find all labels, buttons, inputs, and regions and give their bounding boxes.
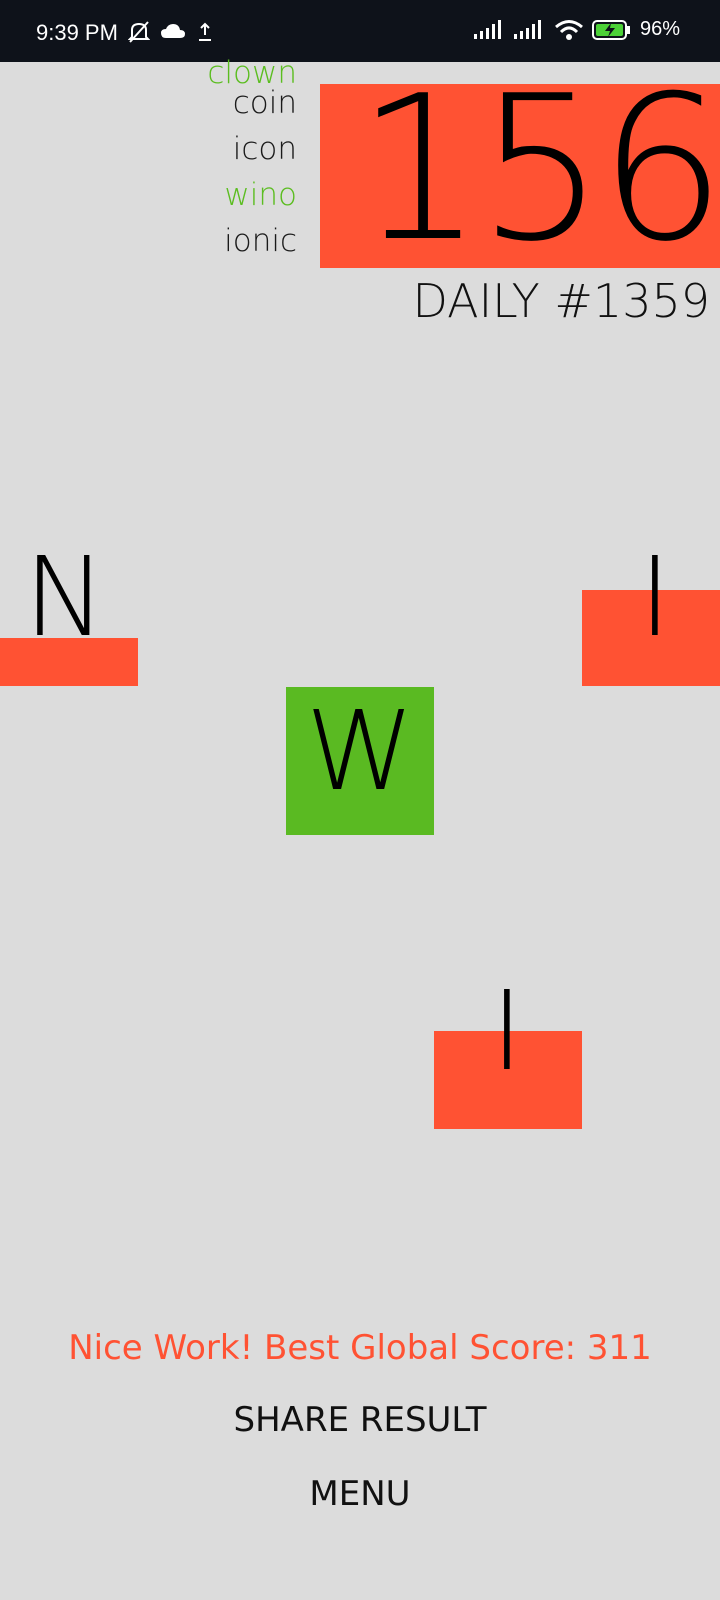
letter-tile[interactable]: W <box>286 696 434 806</box>
signal-icon <box>473 19 501 39</box>
battery-icon <box>591 19 630 40</box>
battery-percent: 96% <box>639 18 680 40</box>
letter-tile[interactable]: N <box>10 542 120 652</box>
letter-tile[interactable]: I <box>600 542 710 652</box>
status-time: 9:39 PM <box>36 20 118 45</box>
word-item: icon <box>232 131 297 167</box>
score-box: 156 <box>320 70 720 270</box>
found-words-list: clown coin icon wino ionic <box>140 55 297 264</box>
wifi-icon <box>555 19 583 40</box>
upload-icon <box>199 22 211 41</box>
share-result-button[interactable]: SHARE RESULT <box>0 1400 720 1440</box>
word-item: clown <box>207 55 297 91</box>
word-item: wino <box>224 177 297 213</box>
cloud-icon <box>161 24 185 38</box>
daily-label: DAILY #1359 <box>412 274 711 328</box>
game-board: clown coin icon wino ionic 156 DAILY #13… <box>0 55 720 1600</box>
status-left-icons <box>128 20 214 44</box>
result-message: Nice Work! Best Global Score: 311 <box>68 1328 652 1368</box>
score-value: 156 <box>356 53 720 286</box>
menu-button[interactable]: MENU <box>0 1474 720 1514</box>
signal-icon <box>513 19 541 39</box>
status-right-icons: 96% <box>473 18 680 41</box>
bell-off-icon <box>128 21 150 43</box>
letter-tile[interactable]: I <box>452 976 562 1086</box>
word-item: ionic <box>224 223 297 259</box>
